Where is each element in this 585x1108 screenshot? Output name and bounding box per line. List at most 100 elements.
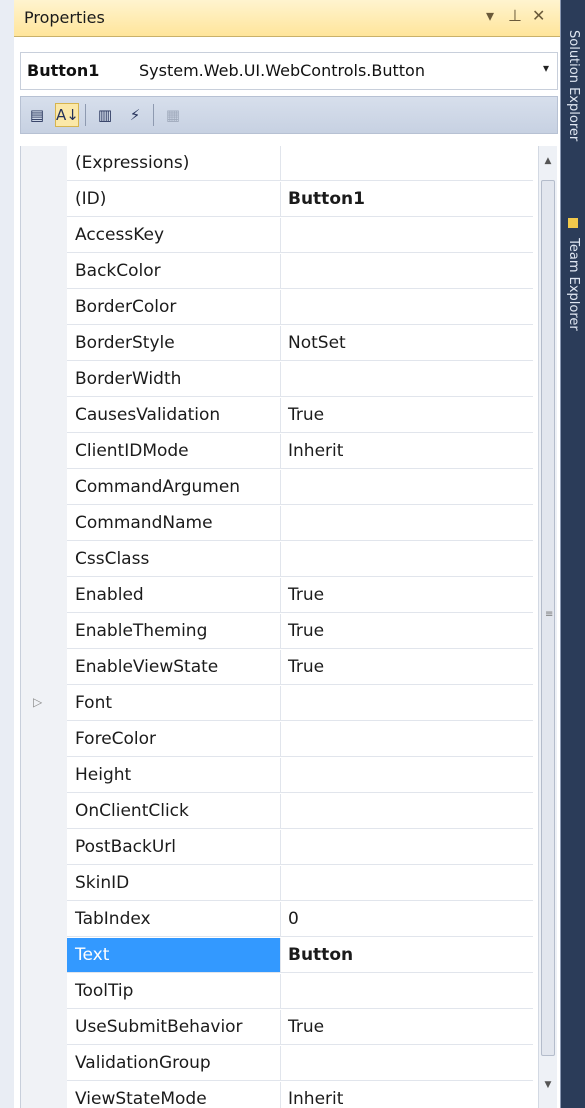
property-row[interactable]: EnableViewState True [21,650,533,686]
property-value[interactable] [281,1046,533,1081]
expand-arrow-icon[interactable]: ▷ [33,695,42,709]
property-value[interactable]: True [281,614,533,649]
property-name[interactable]: ViewStateMode [67,1082,281,1108]
property-name[interactable]: CommandArgumen [67,470,281,505]
property-value[interactable] [281,758,533,793]
property-row[interactable]: Enabled True [21,578,533,614]
property-name[interactable]: UseSubmitBehavior [67,1010,281,1045]
property-value[interactable]: Inherit [281,434,533,469]
property-row[interactable]: SkinID [21,866,533,902]
categorized-icon[interactable]: ▤ [25,103,49,127]
scroll-down-arrow-icon[interactable]: ▼ [539,1076,557,1094]
property-row[interactable]: OnClientClick [21,794,533,830]
property-row[interactable]: (Expressions) [21,146,533,182]
property-value[interactable] [281,722,533,757]
property-name[interactable]: AccessKey [67,218,281,253]
property-name[interactable]: BorderWidth [67,362,281,397]
property-value[interactable] [281,470,533,505]
property-row[interactable]: BorderColor [21,290,533,326]
property-name[interactable]: Text [67,938,281,973]
property-row[interactable]: UseSubmitBehavior True [21,1010,533,1046]
property-row[interactable]: ValidationGroup [21,1046,533,1082]
property-value[interactable]: True [281,578,533,613]
property-name[interactable]: ForeColor [67,722,281,757]
property-value[interactable]: True [281,650,533,685]
property-name[interactable]: EnableTheming [67,614,281,649]
chevron-down-icon[interactable]: ▾ [543,61,549,75]
property-name[interactable]: TabIndex [67,902,281,937]
property-row[interactable]: CommandName [21,506,533,542]
property-row[interactable]: CausesValidation True [21,398,533,434]
property-value[interactable] [281,254,533,289]
property-name[interactable]: BackColor [67,254,281,289]
vertical-scrollbar[interactable]: ▲ ≡ ▼ [538,146,557,1108]
properties-view-icon[interactable]: ▥ [93,103,117,127]
row-gutter [21,362,67,398]
property-value[interactable] [281,506,533,541]
property-name[interactable]: ClientIDMode [67,434,281,469]
pin-icon[interactable]: ⊥ [508,6,522,25]
property-name[interactable]: SkinID [67,866,281,901]
property-value[interactable]: Inherit [281,1082,533,1108]
team-explorer-icon [568,218,578,228]
property-name[interactable]: BorderStyle [67,326,281,361]
alphabetical-sort-icon[interactable]: A↓ [55,103,79,127]
property-name[interactable]: (Expressions) [67,146,281,181]
events-lightning-icon[interactable]: ⚡ [123,103,147,127]
property-value[interactable]: NotSet [281,326,533,361]
property-name[interactable]: CausesValidation [67,398,281,433]
property-row[interactable]: AccessKey [21,218,533,254]
property-row[interactable]: BackColor [21,254,533,290]
property-value[interactable]: 0 [281,902,533,937]
property-value[interactable] [281,290,533,325]
property-row[interactable]: ToolTip [21,974,533,1010]
scrollbar-thumb[interactable]: ≡ [541,180,555,1056]
side-tab-team-explorer[interactable]: Team Explorer [564,218,582,331]
property-row[interactable]: ▷ Font [21,686,533,722]
property-row[interactable]: Height [21,758,533,794]
property-value[interactable] [281,542,533,577]
property-name[interactable]: EnableViewState [67,650,281,685]
property-value[interactable]: Button [281,938,533,973]
property-row[interactable]: ClientIDMode Inherit [21,434,533,470]
property-row[interactable]: PostBackUrl [21,830,533,866]
property-name[interactable]: (ID) [67,182,281,217]
window-position-dropdown-icon[interactable]: ▾ [486,6,494,25]
property-name[interactable]: Enabled [67,578,281,613]
property-row[interactable]: ViewStateMode Inherit [21,1082,533,1108]
property-value[interactable] [281,830,533,865]
property-value[interactable] [281,686,533,721]
property-row[interactable]: (ID) Button1 [21,182,533,218]
property-name[interactable]: ValidationGroup [67,1046,281,1081]
property-name[interactable]: Font [67,686,281,721]
object-selector[interactable]: Button1 System.Web.UI.WebControls.Button… [20,52,558,90]
property-value[interactable] [281,146,533,181]
property-name[interactable]: CommandName [67,506,281,541]
property-name[interactable]: Height [67,758,281,793]
property-row[interactable]: BorderWidth [21,362,533,398]
property-value[interactable]: True [281,398,533,433]
side-tab-solution-explorer[interactable]: Solution Explorer [564,30,582,141]
property-name[interactable]: BorderColor [67,290,281,325]
property-value[interactable] [281,362,533,397]
property-row[interactable]: TabIndex 0 [21,902,533,938]
property-row[interactable]: EnableTheming True [21,614,533,650]
property-name[interactable]: OnClientClick [67,794,281,829]
property-row[interactable]: BorderStyle NotSet [21,326,533,362]
property-value[interactable] [281,794,533,829]
property-name[interactable]: PostBackUrl [67,830,281,865]
property-name[interactable]: ToolTip [67,974,281,1009]
property-value[interactable] [281,974,533,1009]
property-value[interactable]: True [281,1010,533,1045]
property-name[interactable]: CssClass [67,542,281,577]
property-value[interactable] [281,866,533,901]
property-row[interactable]: CommandArgumen [21,470,533,506]
row-gutter [21,722,67,758]
scroll-up-arrow-icon[interactable]: ▲ [539,152,557,170]
property-row[interactable]: CssClass [21,542,533,578]
property-value[interactable]: Button1 [281,182,533,217]
close-icon[interactable]: ✕ [532,6,545,25]
property-row[interactable]: Text Button [21,938,533,974]
property-value[interactable] [281,218,533,253]
property-row[interactable]: ForeColor [21,722,533,758]
